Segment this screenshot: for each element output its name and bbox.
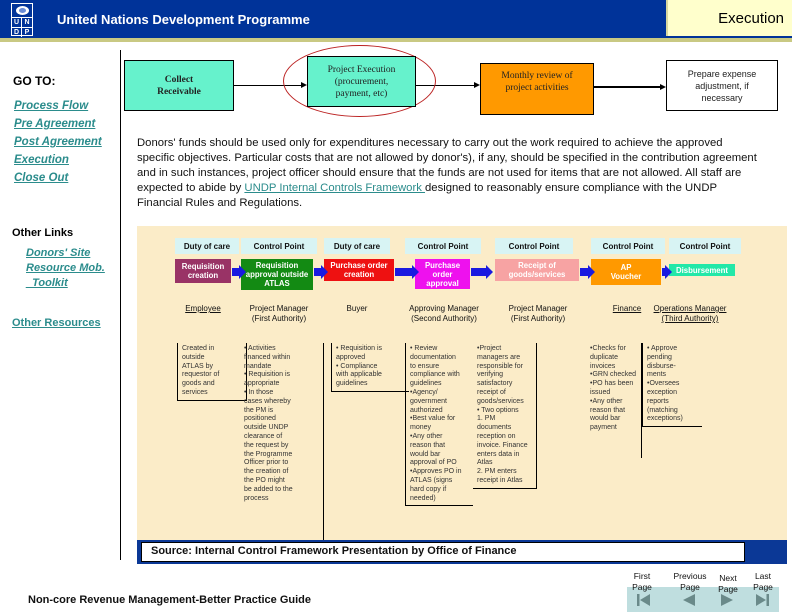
diagram-role: Approving Manager (Second Authority) <box>409 304 479 323</box>
flow-step-label: Monthly review of project activities <box>501 71 573 93</box>
nav-link-process-flow[interactable]: Process Flow <box>14 100 88 112</box>
diagram-process-step: Requisition approval outside ATLAS <box>241 259 313 290</box>
logo-letter: D <box>12 27 22 37</box>
diagram-process-step: Requisition creation <box>175 259 231 283</box>
undp-logo: U N D P <box>11 3 33 37</box>
diagram-process-step: Receipt of goods/services <box>495 259 579 281</box>
diagram-column-header: Control Point <box>495 238 573 254</box>
first-page-icon <box>637 594 650 606</box>
nav-label-previous: Previous Page <box>673 571 707 592</box>
diagram-role: Project Manager (First Authority) <box>249 304 309 323</box>
internal-control-diagram: Duty of care Requisition creation Employee… <box>137 226 787 562</box>
diagram-control-note: • Activities financed within mandate • R… <box>240 343 324 548</box>
un-emblem-icon <box>16 6 29 15</box>
diagram-column-header: Control Point <box>591 238 665 254</box>
diagram-flow-arrow-icon <box>471 265 493 279</box>
diagram-column-header: Control Point <box>241 238 317 254</box>
body-paragraph: Donors' funds should be used only for ex… <box>137 136 757 211</box>
diagram-role: Operations Manager (Third Authority) <box>653 304 727 323</box>
internal-controls-framework-link[interactable]: UNDP Internal Controls Framework <box>244 182 425 194</box>
flow-step-collect-receivable: Collect Receivable <box>124 60 234 111</box>
flow-step-label: Collect Receivable <box>157 74 201 97</box>
document-title: Non-core Revenue Management-Better Pract… <box>28 594 312 606</box>
last-page-button[interactable] <box>752 592 772 608</box>
link-toolkit[interactable]: _Toolkit <box>26 277 68 289</box>
diagram-process-step: Disbursement <box>669 264 735 276</box>
link-other-resources[interactable]: Other Resources <box>12 317 101 329</box>
logo-letter: U <box>12 17 22 27</box>
nav-label-first: First Page <box>632 571 652 592</box>
page: U N D P United Nations Development Progr… <box>0 0 792 612</box>
diagram-control-note: • Requisition is approved • Compliance w… <box>331 343 409 392</box>
flow-step-prepare-adjustment: Prepare expense adjustment, if necessary <box>666 60 778 111</box>
diagram-role: Employee <box>185 304 221 313</box>
source-caption: Source: Internal Control Framework Prese… <box>141 542 745 562</box>
diagram-column-header: Control Point <box>405 238 481 254</box>
nav-link-post-agreement[interactable]: Post Agreement <box>14 136 102 148</box>
header-accent-stripe <box>0 38 792 42</box>
goto-title: GO TO: <box>13 74 56 88</box>
nav-link-close-out[interactable]: Close Out <box>14 172 68 184</box>
logo-letter: N <box>22 17 32 27</box>
other-links-title: Other Links <box>12 227 74 239</box>
flow-step-project-execution: Project Execution (procurement, payment,… <box>307 56 416 107</box>
diagram-flow-arrow-icon <box>662 265 672 279</box>
previous-page-icon <box>683 594 695 606</box>
previous-page-button[interactable] <box>679 592 699 608</box>
last-page-icon <box>756 594 769 606</box>
diagram-control-note: Created in outside ATLAS by requestor of… <box>177 343 247 401</box>
sidebar: GO TO: Process Flow Pre Agreement Post A… <box>0 50 121 560</box>
diagram-process-step: Purchase order approval <box>415 259 470 289</box>
diagram-column-header: Duty of care <box>175 238 239 254</box>
diagram-process-step: Purchase order creation <box>324 259 394 281</box>
next-page-icon <box>721 594 733 606</box>
flow-step-monthly-review: Monthly review of project activities <box>480 63 594 115</box>
diagram-role: Project Manager (First Authority) <box>508 304 568 323</box>
diagram-flow-arrow-icon <box>580 265 595 279</box>
link-resource-mob[interactable]: Resource Mob. <box>26 262 105 274</box>
diagram-flow-arrow-icon <box>232 265 246 279</box>
diagram-column-header: Duty of care <box>324 238 390 254</box>
logo-letter: P <box>22 27 32 37</box>
link-donors-site[interactable]: Donors' Site <box>26 247 90 259</box>
diagram-column-header: Control Point <box>669 238 741 254</box>
flow-step-label: Project Execution (procurement, payment,… <box>327 64 396 99</box>
section-title: Execution <box>718 10 784 27</box>
section-title-tab: Execution <box>666 0 792 36</box>
diagram-flow-arrow-icon <box>314 265 328 279</box>
nav-link-execution[interactable]: Execution <box>14 154 69 166</box>
nav-label-last: Last Page <box>753 571 773 592</box>
flow-connector <box>594 86 662 88</box>
diagram-process-step: AP Voucher <box>591 259 661 285</box>
first-page-button[interactable] <box>634 592 654 608</box>
flow-step-label: Prepare expense adjustment, if necessary <box>687 68 757 103</box>
diagram-control-note: • Review documentation to ensure complia… <box>405 343 473 507</box>
diagram-control-note: •Checks for duplicate invoices •GRN chec… <box>586 343 642 458</box>
diagram-role: Buyer <box>346 304 368 313</box>
diagram-flow-arrow-icon <box>395 265 419 279</box>
diagram-control-note: • Approve pending disburse- ments •Overs… <box>642 343 702 428</box>
diagram-control-note: •Project managers are responsible for ve… <box>473 343 537 489</box>
org-name: United Nations Development Programme <box>57 12 310 27</box>
diagram-role: Finance <box>612 304 642 313</box>
nav-link-pre-agreement[interactable]: Pre Agreement <box>14 118 95 130</box>
next-page-button[interactable] <box>717 592 737 608</box>
